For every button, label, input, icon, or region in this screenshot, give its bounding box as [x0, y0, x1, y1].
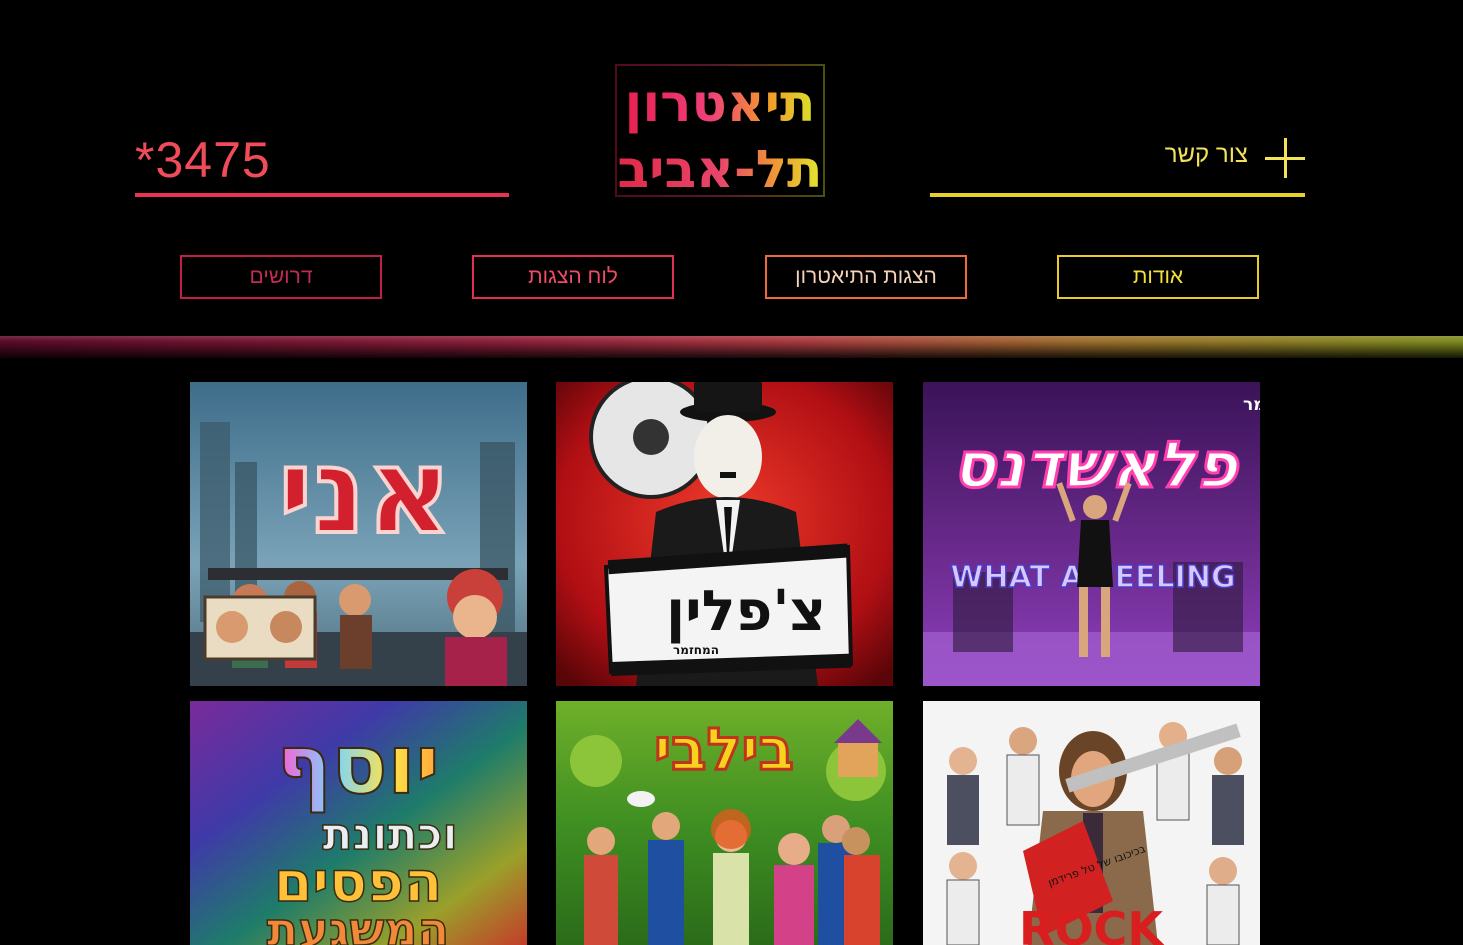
logo-line2: תל-אביב [617, 140, 822, 198]
show-poster-annie[interactable]: אני [190, 382, 527, 686]
show-poster-bilbi[interactable]: בילבי [556, 701, 893, 945]
nav-shows-button[interactable]: הצגות התיאטרון [765, 255, 967, 299]
show-poster-flashdance[interactable]: המחזמר פלאשדנס WHAT A FEELING [923, 382, 1260, 686]
contact-toggle[interactable]: צור קשר [930, 128, 1305, 197]
plus-icon[interactable] [1265, 138, 1305, 178]
nav-jobs-button[interactable]: דרושים [180, 255, 382, 299]
gradient-divider [0, 336, 1463, 358]
poster-subtitle: המחזמר [1243, 395, 1260, 415]
logo-graphic: תיאטרון תל-אביב [615, 64, 825, 200]
poster-title: צ'פלין [666, 579, 826, 644]
poster-subtitle: המחזמר [673, 643, 719, 657]
show-poster-chaplin[interactable]: צ'פלין המחזמר [556, 382, 893, 686]
nav-schedule-button[interactable]: לוח הצגות [472, 255, 674, 299]
phone-number-block[interactable]: *3475 [135, 128, 509, 197]
show-poster-school-of-rock[interactable]: בכיכובו של טל פרידמן ROCK [923, 701, 1260, 945]
contact-label: צור קשר [1164, 141, 1248, 168]
poster-title: ROCK [1019, 902, 1165, 945]
phone-number[interactable]: *3475 [135, 130, 271, 190]
logo-line1: תיאטרון [624, 74, 815, 134]
poster-title: אני [278, 422, 452, 560]
poster-title: בילבי [654, 715, 794, 783]
nav-about-button[interactable]: אודות [1057, 255, 1259, 299]
poster-title-line1: יוסף [276, 718, 439, 813]
poster-title-line4: המשגעת [267, 902, 449, 945]
poster-title: פלאשדנס [952, 429, 1239, 503]
theater-logo[interactable]: תיאטרון תל-אביב [614, 63, 826, 200]
show-poster-joseph[interactable]: יוסף וכתונת הפסים המשגעת [190, 701, 527, 945]
